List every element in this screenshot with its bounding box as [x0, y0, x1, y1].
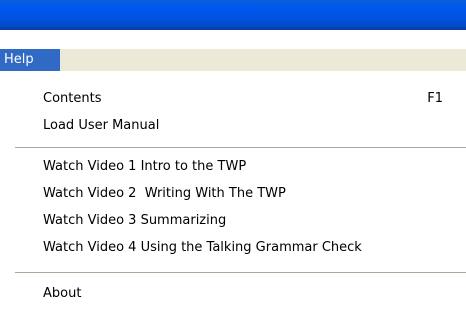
menu-item-label: Watch Video 3 Summarizing [43, 213, 227, 228]
menu-item-watch-video-2[interactable]: Watch Video 2 Writing With The TWP [43, 183, 453, 205]
menu-item-label: Watch Video 2 Writing With The TWP [43, 186, 286, 201]
window-titlebar[interactable] [0, 0, 466, 30]
menu-item-load-user-manual[interactable]: Load User Manual [43, 115, 453, 137]
menu-item-label: Contents [43, 91, 102, 106]
menu-item-shortcut: F1 [427, 91, 443, 106]
menu-item-label: Watch Video 1 Intro to the TWP [43, 159, 247, 174]
help-menu-label: Help [4, 52, 34, 67]
help-menu[interactable]: Help [0, 49, 60, 71]
menu-item-watch-video-4[interactable]: Watch Video 4 Using the Talking Grammar … [43, 237, 453, 259]
menu-item-contents[interactable]: Contents F1 [43, 88, 453, 110]
menubar [0, 49, 466, 71]
menu-item-about[interactable]: About [43, 283, 453, 305]
menu-item-label: Watch Video 4 Using the Talking Grammar … [43, 240, 362, 255]
menu-separator [15, 272, 466, 273]
menu-separator [15, 147, 466, 148]
menu-item-label: Load User Manual [43, 118, 160, 133]
menu-item-label: About [43, 286, 82, 301]
menu-item-watch-video-1[interactable]: Watch Video 1 Intro to the TWP [43, 156, 453, 178]
menu-item-watch-video-3[interactable]: Watch Video 3 Summarizing [43, 210, 453, 232]
